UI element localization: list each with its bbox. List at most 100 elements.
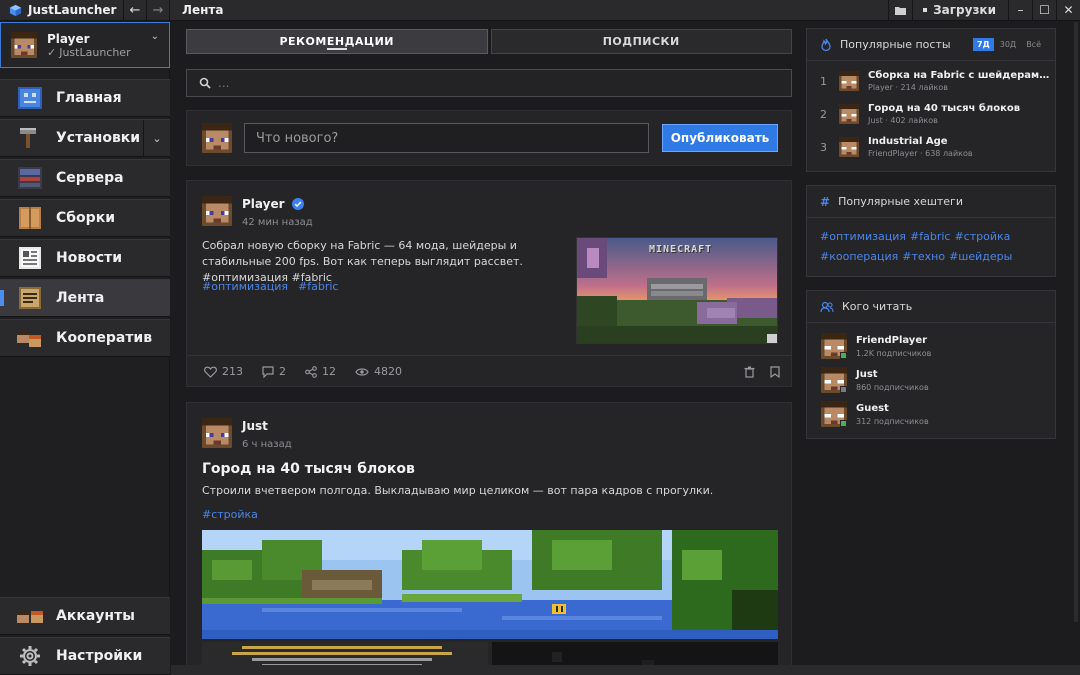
online-status-icon: [840, 352, 847, 359]
hashtag-link[interactable]: #оптимизация: [820, 230, 906, 243]
follow-name: Just: [856, 368, 878, 380]
popular-post-item[interactable]: 2 Город на 40 тысяч блоков Just · 402 ла…: [807, 99, 1055, 129]
sidebar-item-coop[interactable]: Кооператив: [0, 319, 170, 357]
period-tab-30d[interactable]: 30Д: [996, 38, 1020, 51]
back-button[interactable]: ←: [123, 0, 146, 21]
popular-post-item[interactable]: 1 Сборка на Fabric с шейдерами и... Play…: [807, 66, 1055, 96]
sidebar-item-settings[interactable]: Настройки: [0, 637, 170, 675]
period-tab-all[interactable]: Всё: [1022, 38, 1045, 51]
scrollbar-thumb[interactable]: [1074, 22, 1078, 622]
search-input[interactable]: [218, 76, 778, 90]
bookmark-icon[interactable]: [770, 365, 780, 378]
chevron-down-icon: ⌄: [150, 31, 159, 42]
sidebar-item-label: Кооператив: [56, 330, 153, 346]
follow-suggestion[interactable]: Just 860 подписчиков: [821, 366, 1051, 394]
check-icon: ✓: [47, 45, 57, 59]
hashtag-link[interactable]: #fabric: [298, 280, 338, 293]
post-author-name[interactable]: Just: [242, 419, 268, 433]
hashtag-link[interactable]: #техно: [902, 250, 945, 263]
avatar: [821, 367, 847, 393]
avatar: [202, 123, 232, 153]
home-icon: [17, 86, 43, 110]
sidebar-item-label: Сборки: [56, 210, 116, 226]
hashtag-link[interactable]: #fabric: [910, 230, 950, 243]
eye-icon: [355, 367, 369, 376]
title-bar: JustLauncher ← → Лента Загрузки – ☐ ✕: [0, 0, 1080, 21]
share-button[interactable]: 12: [305, 365, 336, 378]
follow-suggestion[interactable]: Guest 312 подписчиков: [821, 400, 1051, 428]
hashtag-link[interactable]: #стройка: [954, 230, 1010, 243]
avatar: [11, 32, 37, 58]
hashtag-link[interactable]: #кооперация: [820, 250, 898, 263]
card-title: Популярные хештеги: [838, 195, 963, 208]
post-header: Just 6 ч назад: [202, 418, 292, 450]
post-image[interactable]: MINECRAFT: [576, 237, 778, 344]
feed-post: Just 6 ч назад Город на 40 тысяч блоков …: [186, 402, 792, 675]
post-time: 6 ч назад: [242, 439, 292, 450]
post-image[interactable]: [202, 530, 778, 639]
sidebar-item-label: Сервера: [56, 170, 124, 186]
horizontal-scrollbar[interactable]: [171, 665, 1080, 675]
comment-icon: [262, 365, 274, 378]
hashtag-link[interactable]: #шейдеры: [949, 250, 1012, 263]
post-author-name[interactable]: Player: [242, 197, 285, 211]
maximize-button[interactable]: ☐: [1032, 0, 1056, 21]
hashtag-link[interactable]: #оптимизация: [202, 280, 288, 293]
downloads-button[interactable]: Загрузки: [912, 0, 1008, 21]
card-header: Популярные посты 7Д 30Д Всё: [807, 29, 1055, 61]
downloads-label: Загрузки: [933, 3, 996, 17]
composer-input[interactable]: Что нового?: [244, 123, 649, 153]
avatar: [839, 71, 859, 91]
close-button[interactable]: ✕: [1056, 0, 1080, 21]
sidebar-item-label: Лента: [56, 290, 105, 306]
sidebar-item-news[interactable]: Новости: [0, 239, 170, 277]
tab-subscriptions[interactable]: ПОДПИСКИ: [490, 29, 792, 54]
post-meta: Just 6 ч назад: [242, 418, 292, 450]
hammer-icon: [17, 126, 43, 150]
period-tab-7d[interactable]: 7Д: [973, 38, 994, 51]
follow-sub: 1.2K подписчиков: [856, 348, 932, 358]
comment-count: 2: [279, 365, 286, 378]
sidebar-item-modpacks[interactable]: Сборки: [0, 199, 170, 237]
follow-text: Guest 312 подписчиков: [856, 403, 929, 426]
popular-post-text: Город на 40 тысяч блоков Just · 402 лайк…: [868, 103, 1055, 125]
card-title: Популярные посты: [840, 38, 951, 51]
post-tags: #оптимизация #fabric: [202, 280, 338, 293]
sidebar-item-feed[interactable]: Лента: [0, 279, 170, 317]
feed-main: РЕКОМЕНДАЦИИ ПОДПИСКИ Что нового?: [171, 22, 801, 675]
folder-button[interactable]: [888, 0, 912, 21]
card-title: Кого читать: [842, 300, 913, 313]
sidebar-item-servers[interactable]: Сервера: [0, 159, 170, 197]
popular-post-sub: Just · 402 лайков: [868, 116, 938, 125]
forward-button[interactable]: →: [146, 0, 169, 21]
trash-icon[interactable]: [744, 366, 755, 378]
publish-button[interactable]: Опубликовать: [662, 124, 778, 152]
box-icon: [17, 206, 43, 230]
sidebar-item-installs[interactable]: Установки ⌄: [0, 119, 170, 157]
like-button[interactable]: 213: [204, 365, 243, 378]
avatar[interactable]: [202, 418, 232, 448]
online-status-icon: [840, 420, 847, 427]
account-name: Player: [47, 31, 90, 46]
sidebar-item-accounts[interactable]: Аккаунты: [0, 597, 170, 635]
sidebar-item-label: Настройки: [56, 648, 143, 664]
page-title: Лента: [182, 3, 224, 17]
comment-button[interactable]: 2: [262, 365, 286, 378]
follow-suggestion[interactable]: FriendPlayer 1.2K подписчиков: [821, 332, 1051, 360]
hashtag-link[interactable]: #стройка: [202, 508, 258, 521]
popular-post-item[interactable]: 3 Industrial Age FriendPlayer · 638 лайк…: [807, 132, 1055, 162]
avatar: [839, 137, 859, 157]
sidebar-item-label: Установки: [56, 130, 141, 146]
sidebar-item-label: Аккаунты: [56, 608, 135, 624]
sidebar-item-home[interactable]: Главная: [0, 79, 170, 117]
installs-expand-button[interactable]: ⌄: [143, 120, 170, 156]
minimize-button[interactable]: –: [1008, 0, 1032, 21]
account-switcher[interactable]: Player ✓ JustLauncher ⌄: [0, 22, 170, 68]
vertical-scrollbar[interactable]: [1072, 22, 1080, 675]
popular-post-text: Industrial Age FriendPlayer · 638 лайков: [868, 136, 1055, 158]
offline-status-icon: [840, 386, 847, 393]
tab-recommendations[interactable]: РЕКОМЕНДАЦИИ: [186, 29, 488, 54]
search-bar[interactable]: [186, 69, 792, 97]
feed-tabs: РЕКОМЕНДАЦИИ ПОДПИСКИ: [186, 29, 792, 54]
avatar[interactable]: [202, 196, 232, 226]
